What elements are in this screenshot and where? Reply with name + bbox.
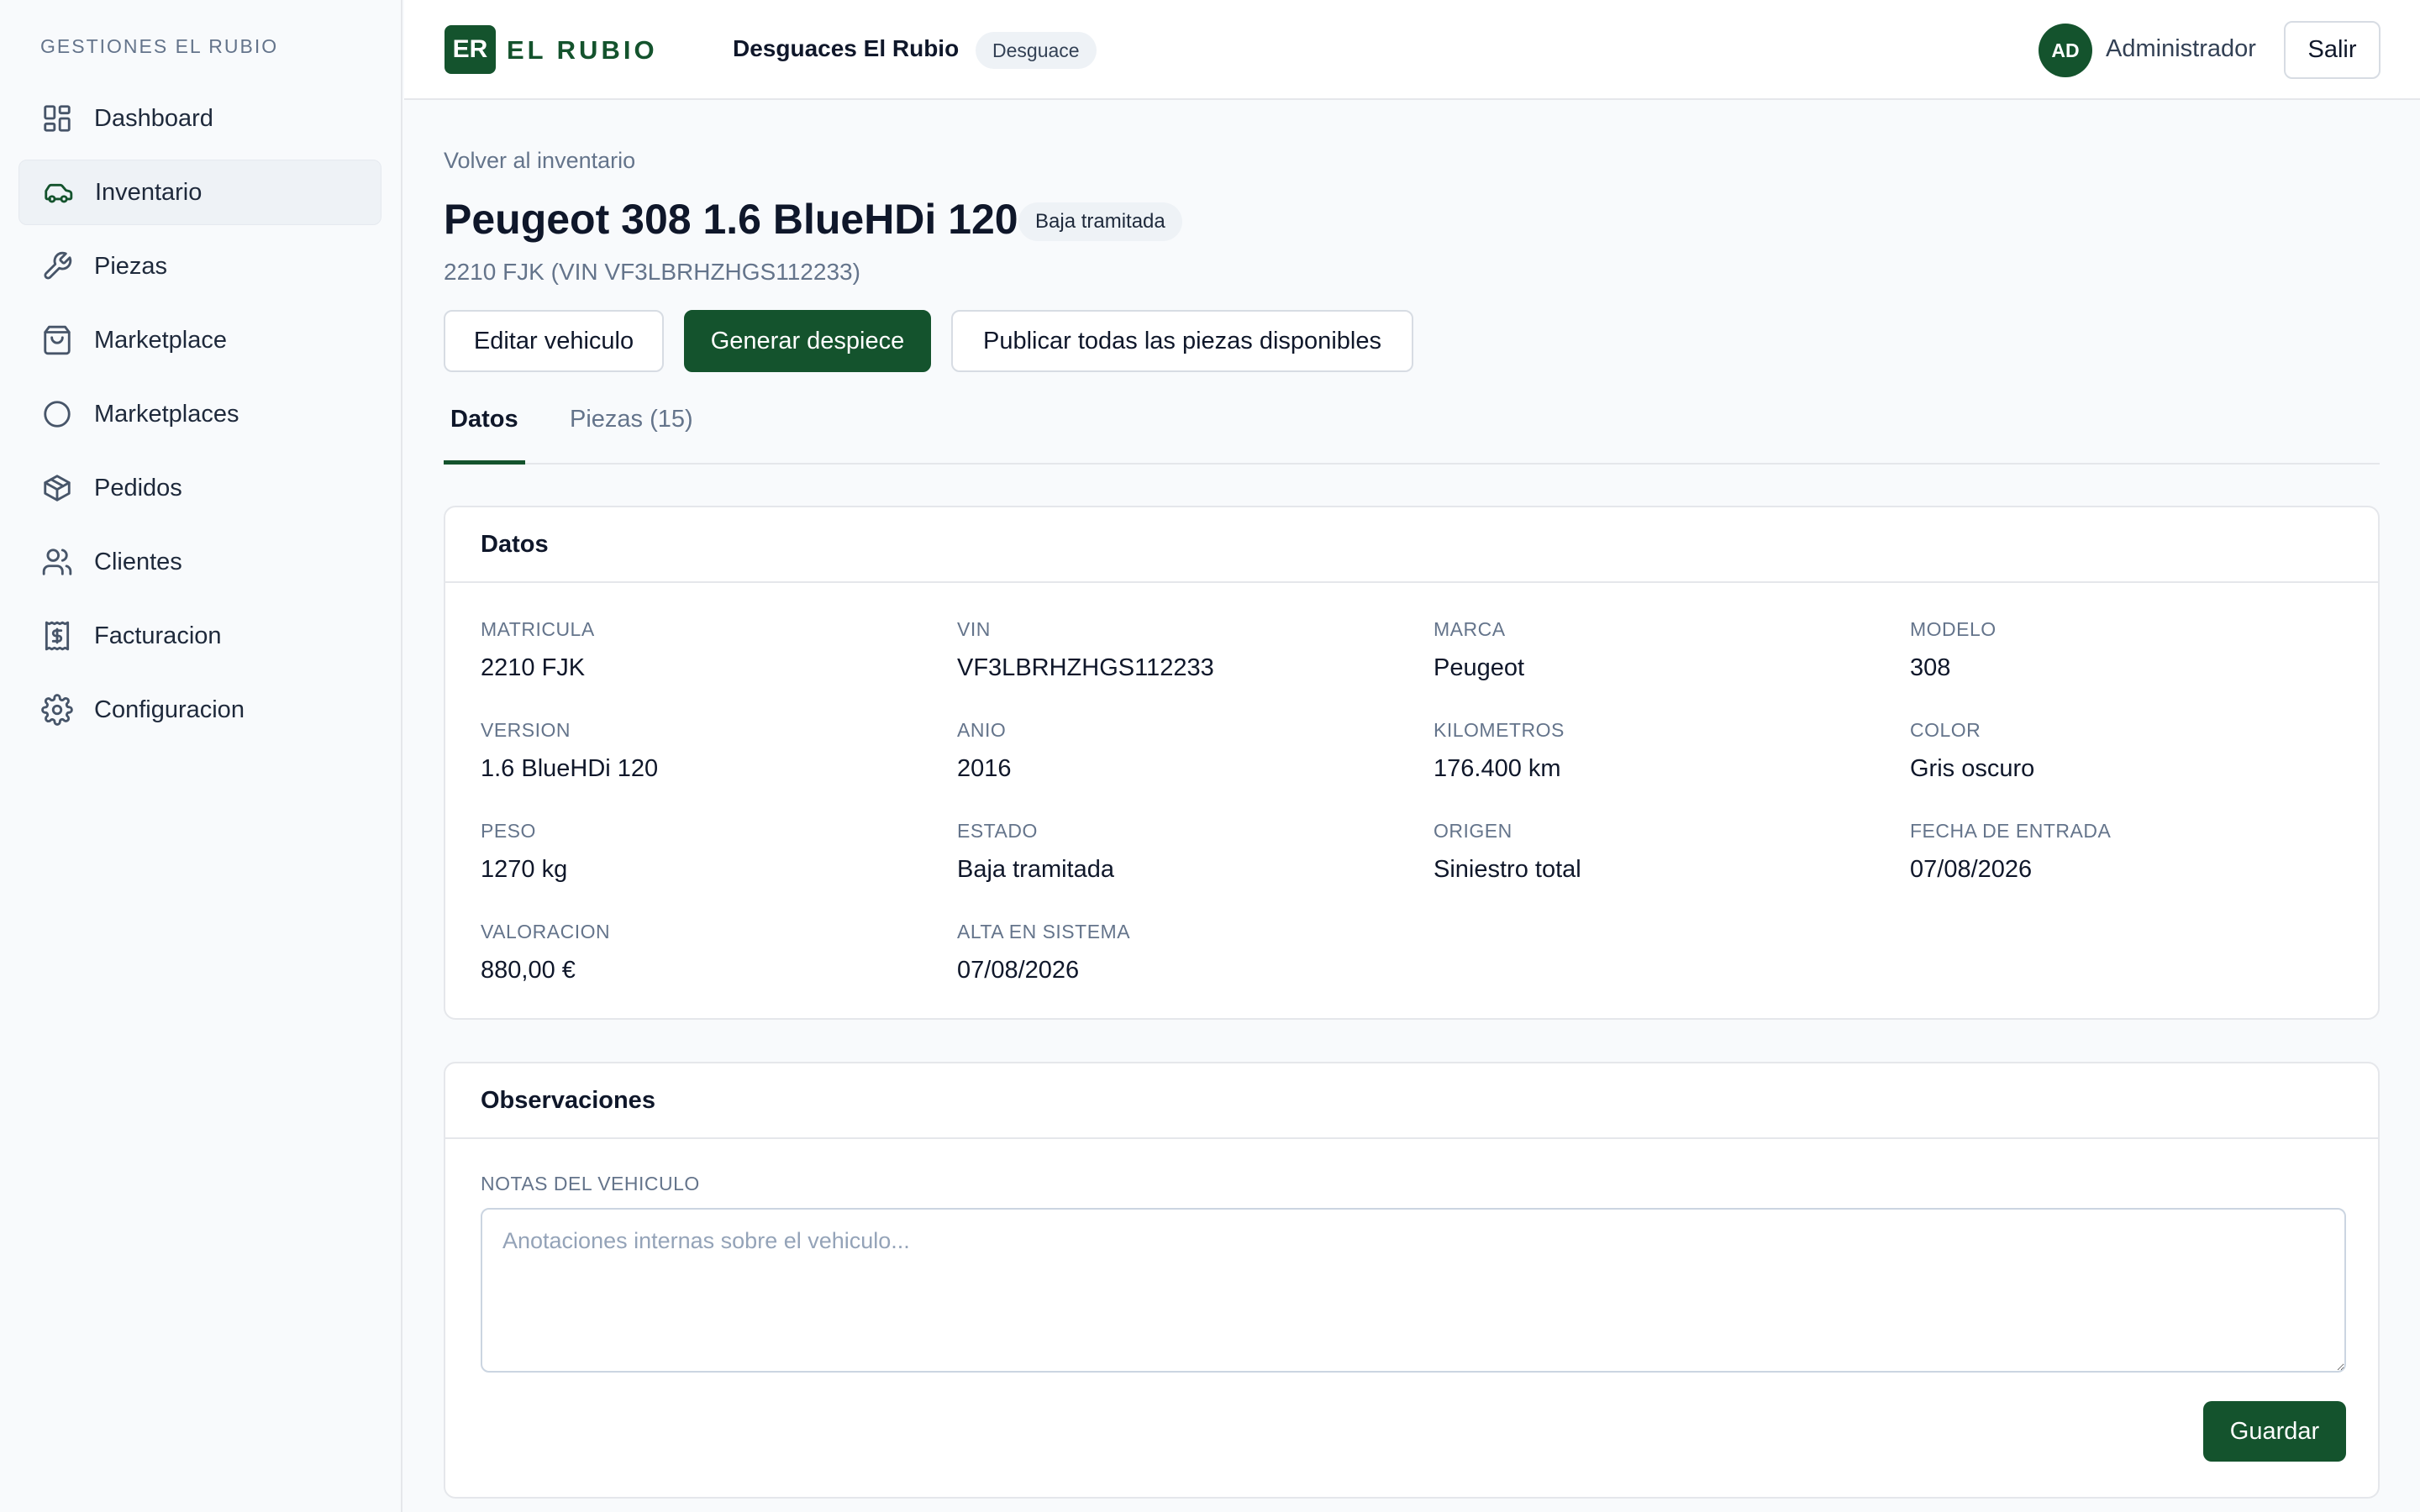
field-label: KILOMETROS — [1434, 719, 1565, 741]
observaciones-card: Observaciones NOTAS DEL VEHICULO Guardar — [444, 1062, 2380, 1499]
sidebar-item-label: Piezas — [94, 252, 168, 280]
car-icon — [41, 176, 75, 209]
field-label: ANIO — [957, 719, 1007, 741]
field-value: Peugeot — [1434, 654, 1525, 681]
field-value: 2016 — [957, 755, 1012, 782]
tab-piezas[interactable]: Piezas (15) — [563, 406, 700, 465]
sidebar-item-pedidos[interactable]: Pedidos — [18, 455, 381, 521]
sidebar-item-label: Marketplace — [94, 326, 227, 354]
page-title: Peugeot 308 1.6 BlueHDi 120 — [444, 196, 1018, 243]
sidebar-item-dashboard[interactable]: Dashboard — [18, 86, 381, 151]
sidebar-brand: GESTIONES EL RUBIO — [40, 35, 279, 57]
field-vin: VIN VF3LBRHZHGS112233 — [957, 618, 1214, 682]
datos-card: Datos MATRICULA 2210 FJK VIN VF3LBRHZHGS… — [444, 506, 2380, 1020]
field-value: 1.6 BlueHDi 120 — [481, 755, 659, 782]
field-value: 2210 FJK — [481, 654, 586, 681]
notes-label: NOTAS DEL VEHICULO — [481, 1173, 700, 1194]
status-badge: Baja tramitada — [1018, 202, 1182, 241]
back-to-inventory-link[interactable]: Volver al inventario — [444, 148, 635, 174]
field-label: FECHA DE ENTRADA — [1910, 820, 2112, 842]
sidebar-nav: Dashboard Inventario Piezas Marketplace … — [18, 86, 381, 751]
field-value: 1270 kg — [481, 856, 568, 883]
field-value: 07/08/2026 — [1910, 856, 2033, 883]
field-label: MARCA — [1434, 618, 1506, 640]
users-icon — [40, 545, 74, 579]
top-header: ER EL RUBIO Desguaces El Rubio Desguace … — [404, 0, 2420, 100]
logout-button[interactable]: Salir — [2284, 21, 2381, 79]
field-kilometros: KILOMETROS 176.400 km — [1434, 719, 1565, 783]
page-subtitle: 2210 FJK (VIN VF3LBRHZHGS112233) — [444, 259, 860, 285]
field-label: PESO — [481, 820, 536, 842]
field-label: VERSION — [481, 719, 571, 741]
sidebar-item-label: Inventario — [95, 178, 203, 206]
field-label: ORIGEN — [1434, 820, 1512, 842]
field-estado: ESTADO Baja tramitada — [957, 820, 1114, 884]
field-label: MODELO — [1910, 618, 1996, 640]
tab-bar: Datos Piezas (15) — [444, 406, 2380, 465]
sidebar-item-label: Marketplaces — [94, 400, 239, 428]
user-name: Administrador — [2106, 35, 2256, 62]
receipt-icon — [40, 619, 74, 653]
field-label: VIN — [957, 618, 991, 640]
field-version: VERSION 1.6 BlueHDi 120 — [481, 719, 658, 783]
field-label: COLOR — [1910, 719, 1981, 741]
sidebar-item-marketplace[interactable]: Marketplace — [18, 307, 381, 373]
sidebar-item-label: Configuracion — [94, 696, 245, 723]
sidebar-item-facturacion[interactable]: Facturacion — [18, 603, 381, 669]
notes-textarea[interactable] — [481, 1208, 2346, 1373]
sidebar: GESTIONES EL RUBIO Dashboard Inventario … — [0, 0, 402, 1512]
logo-text: EL RUBIO — [507, 35, 658, 65]
field-value: 176.400 km — [1434, 755, 1561, 782]
sidebar-item-piezas[interactable]: Piezas — [18, 234, 381, 299]
field-alta-sistema: ALTA EN SISTEMA 07/08/2026 — [957, 921, 1130, 984]
datos-card-title: Datos — [445, 507, 2378, 583]
sidebar-item-inventario[interactable]: Inventario — [18, 160, 381, 225]
field-marca: MARCA Peugeot — [1434, 618, 1524, 682]
generate-breakdown-button[interactable]: Generar despiece — [684, 310, 931, 372]
save-button[interactable]: Guardar — [2203, 1401, 2346, 1462]
field-color: COLOR Gris oscuro — [1910, 719, 2034, 783]
sidebar-item-label: Pedidos — [94, 474, 182, 501]
company-name: Desguaces El Rubio — [733, 35, 960, 61]
field-value: Gris oscuro — [1910, 755, 2035, 782]
sidebar-item-label: Facturacion — [94, 622, 222, 649]
field-anio: ANIO 2016 — [957, 719, 1012, 783]
tab-datos[interactable]: Datos — [444, 406, 525, 465]
dashboard-icon — [40, 102, 74, 135]
sidebar-item-marketplaces[interactable]: Marketplaces — [18, 381, 381, 447]
observaciones-card-title: Observaciones — [445, 1063, 2378, 1139]
field-value: 308 — [1910, 654, 1951, 681]
shopping-bag-icon — [40, 323, 74, 357]
field-matricula: MATRICULA 2210 FJK — [481, 618, 595, 682]
field-label: VALORACION — [481, 921, 611, 942]
package-icon — [40, 471, 74, 505]
avatar[interactable]: AD — [2039, 24, 2092, 77]
sidebar-item-label: Dashboard — [94, 104, 213, 132]
field-origen: ORIGEN Siniestro total — [1434, 820, 1581, 884]
field-valoracion: VALORACION 880,00 € — [481, 921, 610, 984]
field-value: Baja tramitada — [957, 856, 1114, 883]
field-label: MATRICULA — [481, 618, 595, 640]
circle-icon — [40, 397, 74, 431]
wrench-icon — [40, 249, 74, 283]
gear-icon — [40, 693, 74, 727]
field-value: Siniestro total — [1434, 856, 1581, 883]
field-fecha-entrada: FECHA DE ENTRADA 07/08/2026 — [1910, 820, 2111, 884]
field-value: 07/08/2026 — [957, 957, 1080, 984]
company-type-badge: Desguace — [976, 32, 1097, 69]
sidebar-item-clientes[interactable]: Clientes — [18, 529, 381, 595]
edit-vehicle-button[interactable]: Editar vehiculo — [444, 310, 664, 372]
field-value: 880,00 € — [481, 957, 576, 984]
logo-badge: ER — [445, 25, 496, 74]
publish-all-parts-button[interactable]: Publicar todas las piezas disponibles — [951, 310, 1413, 372]
field-peso: PESO 1270 kg — [481, 820, 567, 884]
field-value: VF3LBRHZHGS112233 — [957, 654, 1214, 681]
field-modelo: MODELO 308 — [1910, 618, 1996, 682]
field-label: ESTADO — [957, 820, 1038, 842]
field-label: ALTA EN SISTEMA — [957, 921, 1131, 942]
sidebar-item-label: Clientes — [94, 548, 182, 575]
sidebar-item-configuracion[interactable]: Configuracion — [18, 677, 381, 743]
